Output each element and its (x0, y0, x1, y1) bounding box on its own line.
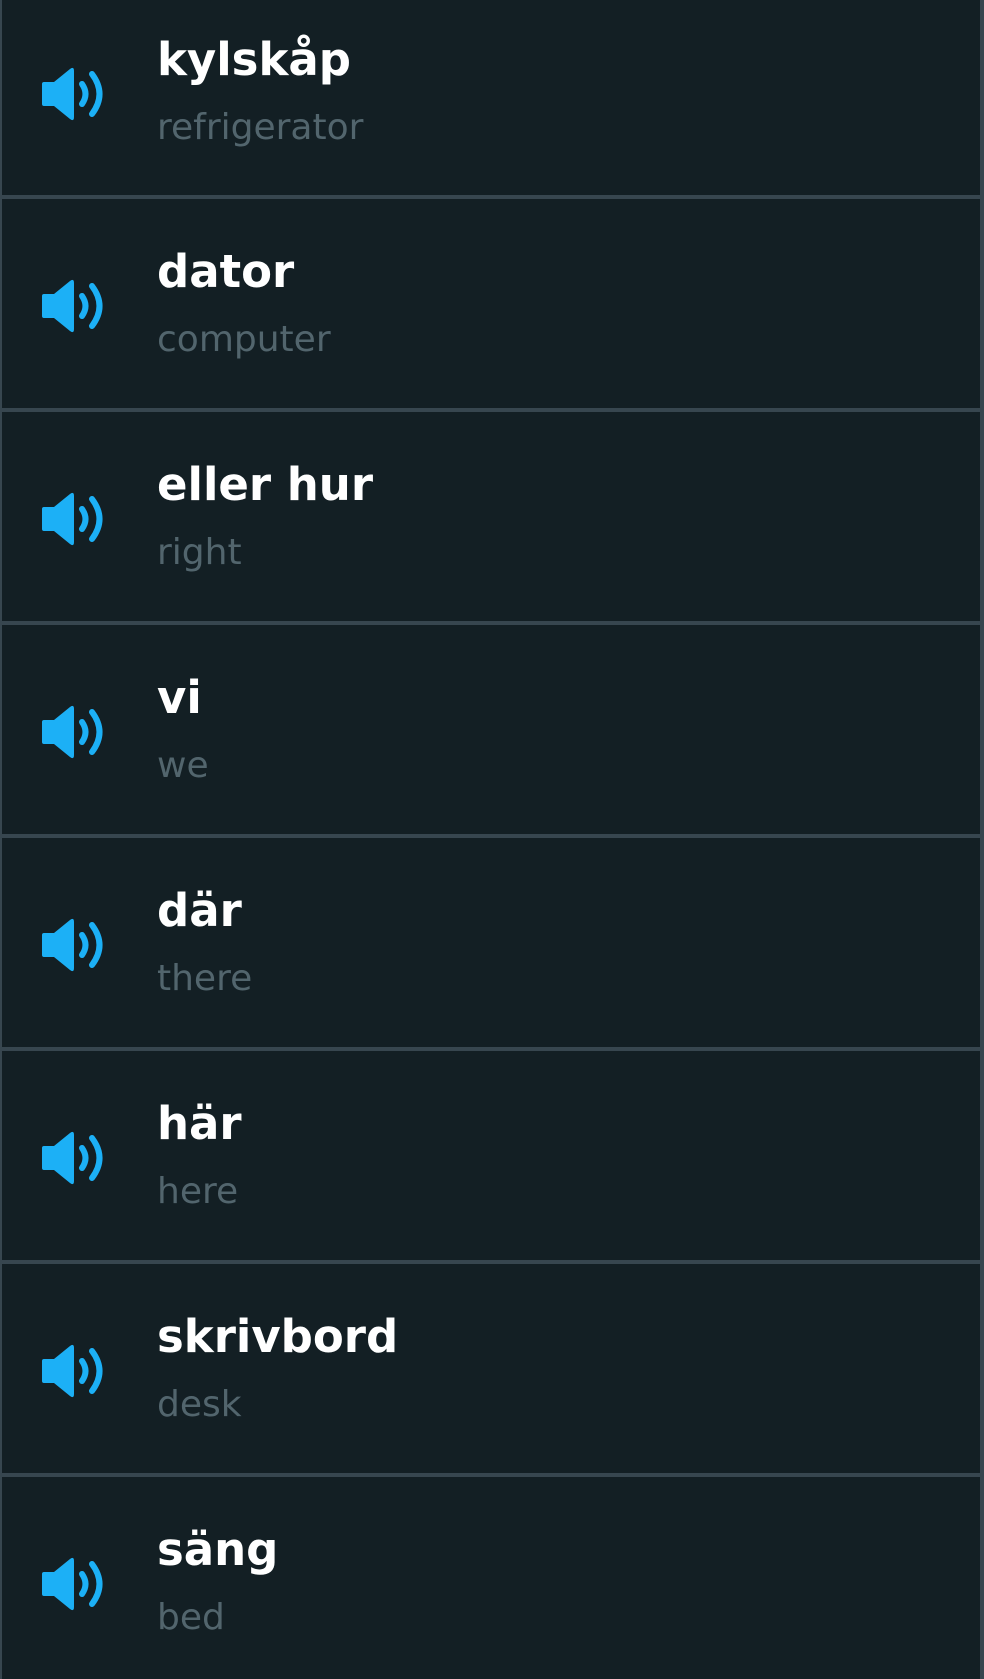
speaker-icon[interactable] (40, 1342, 112, 1400)
speaker-icon[interactable] (40, 65, 112, 123)
word-text: eller hur (157, 458, 374, 511)
word-text: här (157, 1097, 242, 1150)
translation-text: there (157, 958, 253, 999)
vocabulary-list: kylskåp refrigerator dator computer elle… (0, 0, 984, 1679)
vocabulary-item[interactable]: vi we (2, 625, 980, 838)
word-text: vi (157, 671, 202, 724)
translation-text: here (157, 1171, 239, 1212)
speaker-icon[interactable] (40, 1555, 112, 1613)
word-text: kylskåp (157, 33, 351, 86)
speaker-icon[interactable] (40, 490, 112, 548)
vocabulary-item[interactable]: dator computer (2, 199, 980, 412)
translation-text: computer (157, 319, 331, 360)
speaker-icon[interactable] (40, 277, 112, 335)
translation-text: right (157, 532, 242, 573)
vocabulary-item[interactable]: säng bed (2, 1477, 980, 1679)
vocabulary-item[interactable]: här here (2, 1051, 980, 1264)
vocabulary-item[interactable]: skrivbord desk (2, 1264, 980, 1477)
vocabulary-item[interactable]: eller hur right (2, 412, 980, 625)
word-text: skrivbord (157, 1310, 399, 1363)
translation-text: we (157, 745, 209, 786)
word-text: dator (157, 245, 295, 298)
word-text: där (157, 884, 242, 937)
vocabulary-item[interactable]: där there (2, 838, 980, 1051)
speaker-icon[interactable] (40, 703, 112, 761)
word-text: säng (157, 1523, 279, 1576)
translation-text: bed (157, 1597, 225, 1638)
translation-text: desk (157, 1384, 242, 1425)
speaker-icon[interactable] (40, 1129, 112, 1187)
translation-text: refrigerator (157, 107, 364, 148)
speaker-icon[interactable] (40, 916, 112, 974)
vocabulary-item[interactable]: kylskåp refrigerator (2, 0, 980, 199)
